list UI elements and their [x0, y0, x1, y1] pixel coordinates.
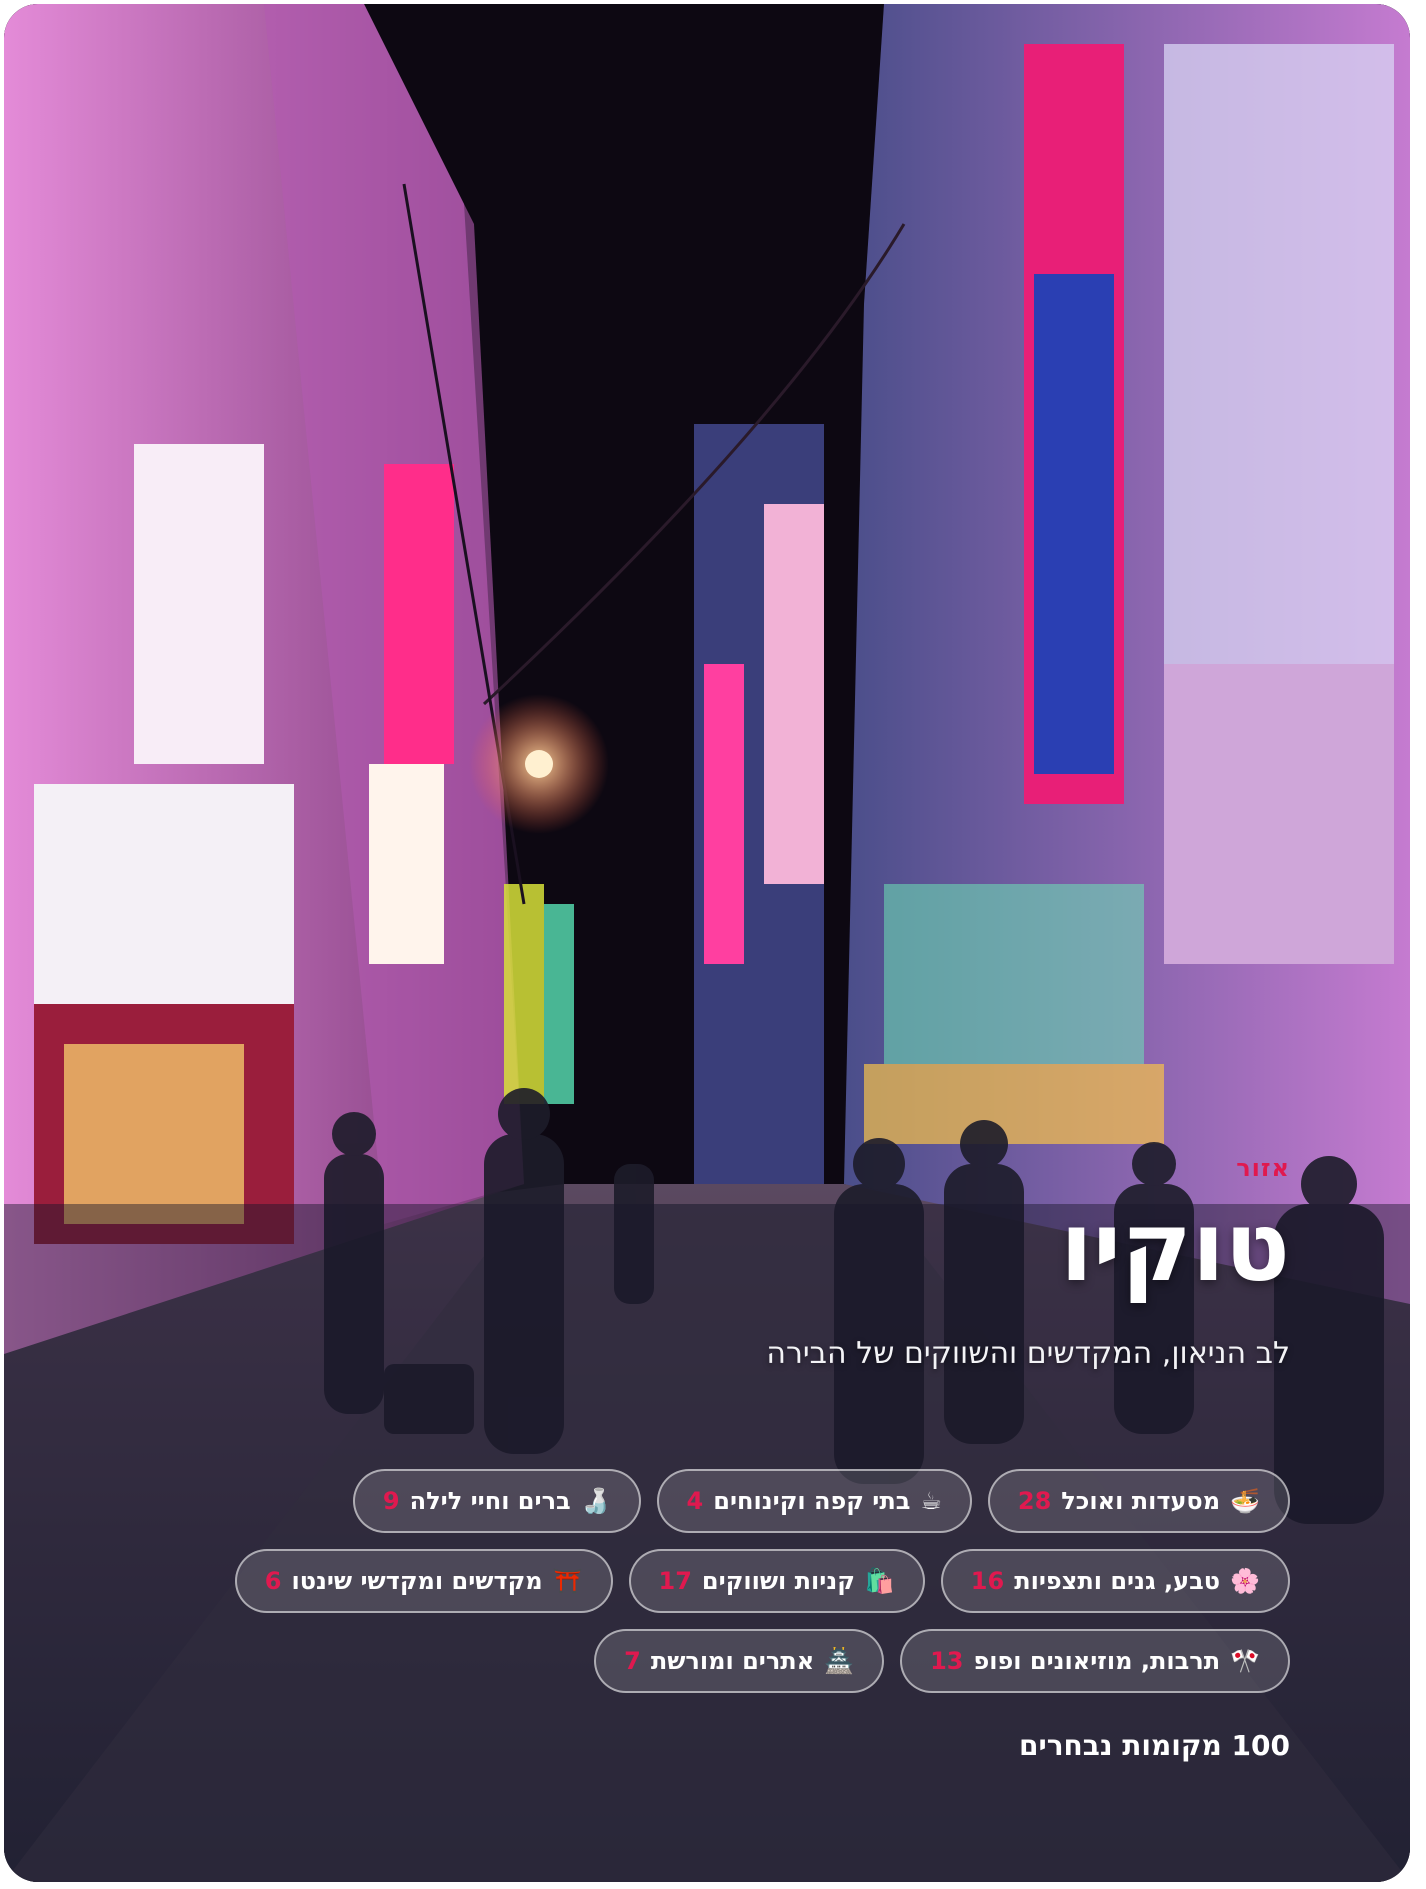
- category-label: קניות ושווקים: [701, 1567, 855, 1595]
- category-count: 28: [1017, 1487, 1052, 1515]
- category-count: 4: [686, 1487, 704, 1515]
- category-label: בתי קפה וקינוחים: [713, 1487, 911, 1515]
- sake-icon: 🍶: [580, 1487, 611, 1515]
- category-count: 6: [264, 1567, 282, 1595]
- category-count: 16: [970, 1567, 1005, 1595]
- crossed-flags-icon: 🎌: [1230, 1647, 1260, 1675]
- coffee-icon: ☕: [920, 1487, 942, 1515]
- cherry-blossom-icon: 🌸: [1230, 1567, 1260, 1595]
- category-label: אתרים ומורשת: [650, 1647, 815, 1675]
- category-label: טבע, גנים ותצפיות: [1014, 1567, 1221, 1595]
- category-chip-cafes[interactable]: ☕ בתי קפה וקינוחים 4: [656, 1469, 972, 1533]
- category-chip-bars[interactable]: 🍶 ברים וחיי לילה 9: [352, 1469, 641, 1533]
- places-total: 100 מקומות נבחרים: [1018, 1729, 1290, 1762]
- castle-icon: 🏯: [824, 1647, 855, 1675]
- category-count: 13: [930, 1647, 964, 1675]
- category-chip-shopping[interactable]: 🛍️ קניות ושווקים 17: [628, 1549, 925, 1613]
- category-count: 17: [658, 1567, 692, 1595]
- category-label: תרבות, מוזיאונים ופופ: [973, 1647, 1221, 1675]
- torii-gate-icon: ⛩️: [552, 1567, 583, 1595]
- region-eyebrow: אזור: [1236, 1154, 1290, 1182]
- region-subtitle: לב הניאון, המקדשים והשווקים של הבירה: [766, 1336, 1290, 1371]
- category-chip-nature[interactable]: 🌸 טבע, גנים ותצפיות 16: [940, 1549, 1290, 1613]
- region-hero-card: אזור טוקיו לב הניאון, המקדשים והשווקים ש…: [4, 4, 1410, 1882]
- category-label: מקדשים ומקדשי שינטו: [291, 1567, 543, 1595]
- category-chip-row: 🍜 מסעדות ואוכל 28 ☕ בתי קפה וקינוחים 4 🍶…: [352, 1469, 1290, 1533]
- category-chip-row: 🌸 טבע, גנים ותצפיות 16 🛍️ קניות ושווקים …: [234, 1549, 1290, 1613]
- shopping-bags-icon: 🛍️: [864, 1567, 895, 1595]
- noodle-bowl-icon: 🍜: [1230, 1487, 1260, 1515]
- category-chip-culture[interactable]: 🎌 תרבות, מוזיאונים ופופ 13: [900, 1629, 1290, 1693]
- category-chip-temples[interactable]: ⛩️ מקדשים ומקדשי שינטו 6: [234, 1549, 613, 1613]
- category-label: ברים וחיי לילה: [409, 1487, 571, 1515]
- category-count: 9: [382, 1487, 400, 1515]
- category-chip-row: 🎌 תרבות, מוזיאונים ופופ 13 🏯 אתרים ומורש…: [594, 1629, 1290, 1693]
- category-label: מסעדות ואוכל: [1061, 1487, 1221, 1515]
- page-title: טוקיו: [1059, 1191, 1290, 1303]
- category-chip-restaurants[interactable]: 🍜 מסעדות ואוכל 28: [987, 1469, 1290, 1533]
- category-chip-heritage[interactable]: 🏯 אתרים ומורשת 7: [594, 1629, 885, 1693]
- category-count: 7: [624, 1647, 641, 1675]
